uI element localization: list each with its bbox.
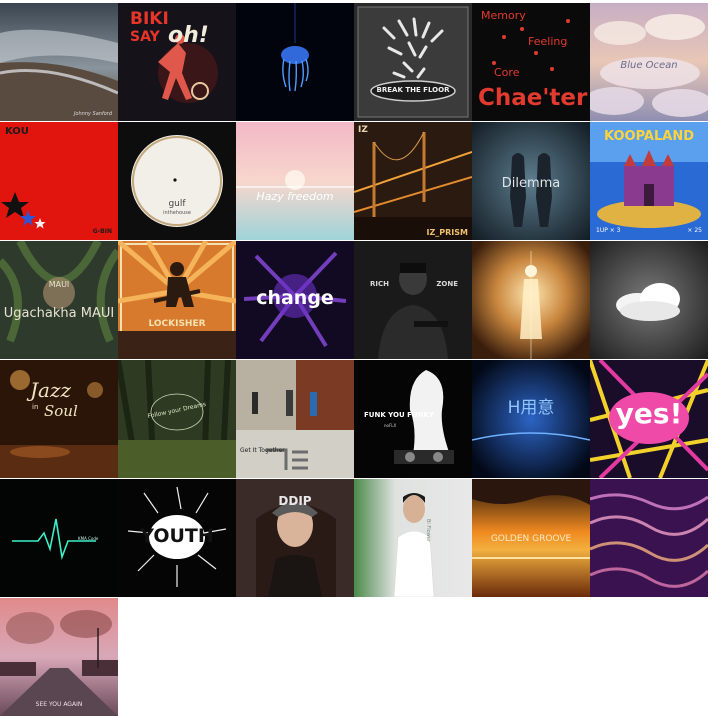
album-artist: IZ_PRISM <box>426 228 469 237</box>
album-title: Dilemma <box>501 176 561 191</box>
album-cover-6[interactable]: Blue Ocean <box>590 3 708 121</box>
album-title: KOU <box>5 126 29 137</box>
album-cover-21[interactable]: Get It Together <box>236 360 354 478</box>
portrait-art <box>354 479 472 597</box>
album-cover-4[interactable]: BREAK THE FLOOR <box>354 3 472 121</box>
album-title: Ugachakha MAUI <box>3 306 115 321</box>
album-text: Core <box>494 66 520 79</box>
album-text: Memory <box>481 9 526 22</box>
jellyfish-art <box>236 3 354 121</box>
album-cover-3[interactable] <box>236 3 354 121</box>
album-cover-30[interactable] <box>590 479 708 597</box>
smoky-road-art <box>0 598 118 716</box>
album-artist: inthehouse <box>163 210 191 216</box>
album-title: SEE YOU AGAIN <box>35 701 83 708</box>
album-title: GOLDEN GROOVE <box>490 534 572 544</box>
album-text: Feeling <box>528 35 568 48</box>
album-cover-29[interactable]: GOLDEN GROOVE <box>472 479 590 597</box>
rapper-art <box>354 241 472 359</box>
album-title: IZ <box>358 125 368 135</box>
purple-waves-art <box>590 479 708 597</box>
album-title: change <box>256 287 334 309</box>
album-cover-8[interactable]: gulf inthehouse <box>118 122 236 240</box>
album-cover-31[interactable]: SEE YOU AGAIN <box>0 598 118 716</box>
album-cover-5[interactable]: Memory Feeling Core Chae'ter 0 <box>472 3 590 121</box>
album-cover-16[interactable]: RICH ZONE <box>354 241 472 359</box>
album-cover-20[interactable]: Follow your Dreams <box>118 360 236 478</box>
album-title: Blue Ocean <box>620 60 678 71</box>
album-title: Get It Together <box>240 447 285 454</box>
album-cover-7[interactable]: KOU G-BIN <box>0 122 118 240</box>
album-title: KMA Code <box>78 536 99 541</box>
album-title: KOOPALAND <box>603 129 694 144</box>
album-title: Soul <box>44 402 78 420</box>
album-title: LOCKISHER <box>148 319 206 329</box>
album-title: YOUTH <box>140 525 214 547</box>
album-cover-22[interactable]: FUNK YOU FUNKY noFLX <box>354 360 472 478</box>
street-art <box>236 360 354 478</box>
album-cover-11[interactable]: Dilemma <box>472 122 590 240</box>
white-cloud-art <box>590 241 708 359</box>
album-text: RICH <box>370 280 389 288</box>
album-text: ZONE <box>436 280 458 288</box>
album-cover-2[interactable]: BIKI SAY oh! <box>118 3 236 121</box>
album-artist: noFLX <box>384 423 397 428</box>
album-cover-12[interactable]: KOOPALAND 1UP × 3 × 25 <box>590 122 708 240</box>
album-artist: MAUI <box>48 280 70 289</box>
album-cover-1[interactable]: Johnny Sanford <box>0 3 118 121</box>
album-title: BIKI <box>130 9 169 29</box>
album-cover-28[interactable]: Bi Flower <box>354 479 472 597</box>
blue-glow-art <box>472 360 590 478</box>
album-title: Bi Flower <box>425 519 431 542</box>
coin-counter: × 25 <box>687 227 702 234</box>
album-title: Hazy freedom <box>256 190 334 203</box>
album-title: gulf <box>168 199 186 209</box>
album-cover-17[interactable] <box>472 241 590 359</box>
bridge-night-art <box>354 122 472 240</box>
album-cover-26[interactable]: YOUTH <box>118 479 236 597</box>
album-cover-18[interactable] <box>590 241 708 359</box>
album-title: in <box>32 403 39 411</box>
album-cover-24[interactable]: yes! <box>590 360 708 478</box>
album-title: H用意 <box>507 398 555 418</box>
album-title: FUNK YOU FUNKY <box>364 411 434 419</box>
album-cover-15[interactable]: change <box>236 241 354 359</box>
album-cover-27[interactable]: DDIP <box>236 479 354 597</box>
album-cover-10[interactable]: IZ IZ_PRISM <box>354 122 472 240</box>
album-title: BREAK THE FLOOR <box>376 86 450 94</box>
album-title: SAY <box>130 29 160 45</box>
album-title: Jazz <box>30 378 72 402</box>
lives-counter: 1UP × 3 <box>596 227 621 234</box>
album-title: Chae'ter 0 <box>478 85 590 111</box>
album-cover-14[interactable]: LOCKISHER <box>118 241 236 359</box>
vinyl-record-art <box>118 122 236 240</box>
ocean-shore-art <box>0 3 118 121</box>
album-title: DDIP <box>278 494 312 508</box>
album-cover-13[interactable]: MAUI Ugachakha MAUI <box>0 241 118 359</box>
album-cover-9[interactable]: Hazy freedom <box>236 122 354 240</box>
pastel-sunset-art <box>236 122 354 240</box>
dj-girl-art <box>354 360 472 478</box>
guitarist-art <box>118 241 236 359</box>
album-artist: G-BIN <box>92 228 112 235</box>
album-cover-25[interactable]: KMA Code <box>0 479 118 597</box>
album-cover-23[interactable]: H用意 <box>472 360 590 478</box>
album-title: oh! <box>168 23 209 48</box>
break-the-floor-art <box>354 3 472 121</box>
album-title: yes! <box>615 397 683 430</box>
album-cover-19[interactable]: Jazz in Soul <box>0 360 118 478</box>
jungle-art <box>0 241 118 359</box>
album-grid: Johnny Sanford BIKI SAY oh! BREAK THE FL… <box>0 0 714 719</box>
heartbeat-art <box>0 479 118 597</box>
golden-figure-art <box>472 241 590 359</box>
album-artist: Johnny Sanford <box>73 111 112 117</box>
red-stars-art <box>0 122 118 240</box>
